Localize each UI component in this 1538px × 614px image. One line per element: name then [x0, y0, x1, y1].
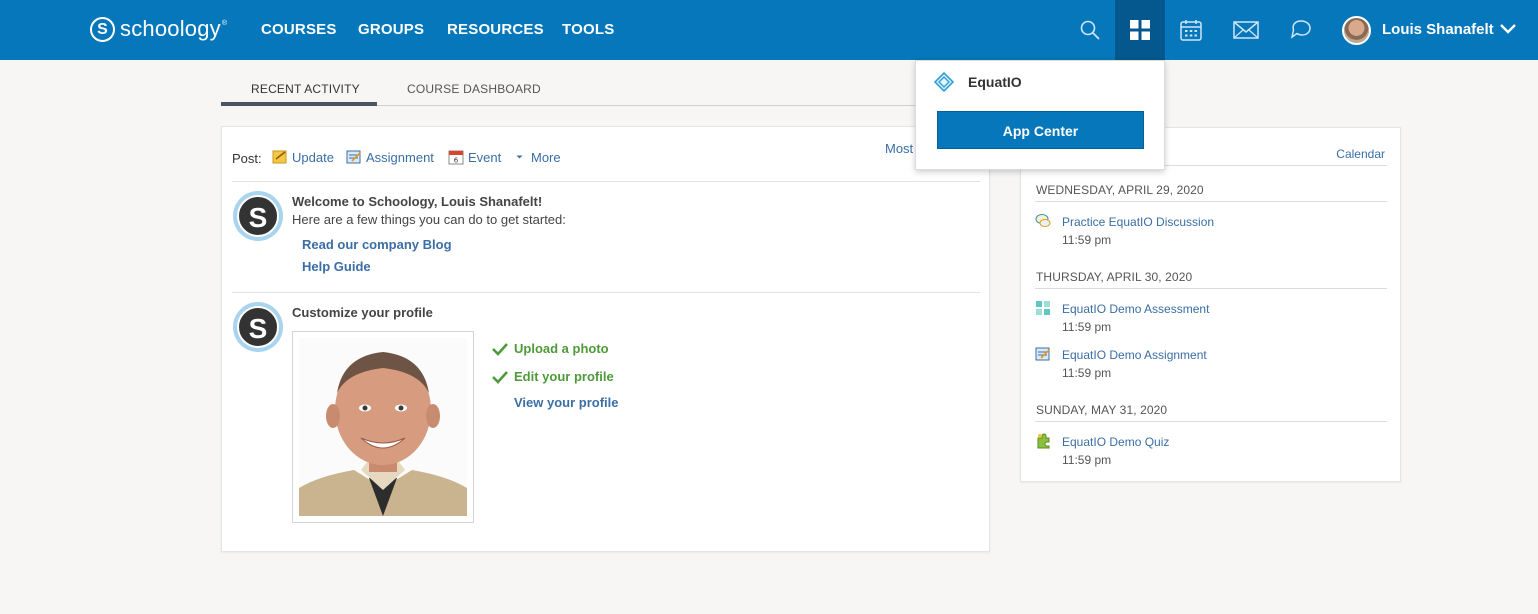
- checkmark-icon: [492, 342, 508, 356]
- apps-button[interactable]: [1115, 0, 1165, 60]
- calendar-icon: [1180, 20, 1202, 41]
- search-icon: [1080, 20, 1100, 40]
- edit-profile-label: Edit your profile: [514, 369, 614, 384]
- post-update-label: Update: [292, 149, 334, 165]
- welcome-subtitle: Here are a few things you can do to get …: [292, 212, 566, 227]
- divider: [1035, 288, 1387, 289]
- post-more-label: More: [531, 149, 561, 165]
- messages-button[interactable]: [1221, 0, 1271, 60]
- app-name: EquatIO: [968, 74, 1022, 90]
- customize-profile-title: Customize your profile: [292, 305, 433, 320]
- logo-trademark: ®: [221, 19, 228, 27]
- envelope-icon: [1233, 21, 1259, 39]
- assignment-icon: [346, 150, 361, 164]
- caret-down-icon: [516, 155, 523, 159]
- divider: [232, 292, 980, 293]
- day-header: THURSDAY, APRIL 30, 2020: [1036, 270, 1193, 284]
- day-header: WEDNESDAY, APRIL 29, 2020: [1036, 183, 1204, 197]
- assignment-icon: [1035, 347, 1050, 361]
- tab-recent-activity[interactable]: RECENT ACTIVITY: [251, 82, 360, 96]
- top-navigation-bar: S schoology ® COURSES GROUPS RESOURCES T…: [0, 0, 1538, 60]
- chevron-down-icon: [1500, 24, 1516, 34]
- welcome-title: Welcome to Schoology, Louis Shanafelt!: [292, 194, 543, 209]
- schoology-avatar: S: [233, 191, 283, 241]
- checkmark-icon: [492, 370, 508, 384]
- event-time: 11:59 pm: [1062, 366, 1112, 380]
- schoology-avatar-mark: S: [237, 306, 279, 348]
- event-name[interactable]: EquatIO Demo Quiz: [1062, 435, 1169, 449]
- notifications-button[interactable]: [1276, 0, 1326, 60]
- view-profile-label: View your profile: [514, 395, 619, 410]
- divider: [232, 181, 980, 182]
- recent-activity-feed: Post: Update Assignment 6 Event More Mos…: [221, 126, 990, 552]
- post-label: Post:: [232, 151, 262, 166]
- logo-mark: S: [90, 16, 115, 42]
- nav-tools[interactable]: TOOLS: [562, 21, 614, 38]
- update-icon: [272, 150, 287, 164]
- post-update-button[interactable]: Update: [272, 149, 334, 165]
- profile-photo-image: [299, 338, 467, 516]
- post-event-button[interactable]: 6 Event: [448, 149, 501, 165]
- post-event-label: Event: [468, 149, 502, 165]
- view-profile-link[interactable]: View your profile: [514, 395, 619, 410]
- event-name[interactable]: EquatIO Demo Assessment: [1062, 302, 1209, 316]
- company-blog-link[interactable]: Read our company Blog: [302, 237, 452, 252]
- apps-grid-icon: [1130, 20, 1150, 40]
- post-assignment-label: Assignment: [366, 149, 434, 165]
- edit-profile-task[interactable]: Edit your profile: [492, 369, 614, 384]
- post-assignment-button[interactable]: Assignment: [346, 149, 434, 165]
- calendar-link[interactable]: Calendar: [1336, 147, 1385, 161]
- divider: [1035, 201, 1387, 202]
- upload-photo-task[interactable]: Upload a photo: [492, 341, 609, 356]
- logo-text: schoology: [120, 16, 221, 41]
- help-guide-link[interactable]: Help Guide: [302, 259, 371, 274]
- schoology-avatar: S: [233, 302, 283, 352]
- upload-photo-label: Upload a photo: [514, 341, 609, 356]
- tab-course-dashboard[interactable]: COURSE DASHBOARD: [407, 82, 541, 96]
- quiz-icon: [1037, 433, 1050, 449]
- event-name[interactable]: Practice EquatIO Discussion: [1062, 215, 1214, 229]
- schoology-avatar-mark: S: [237, 195, 279, 237]
- nav-resources[interactable]: RESOURCES: [447, 21, 544, 38]
- person-portrait-illustration: [299, 352, 467, 516]
- assessment-icon: [1036, 301, 1050, 315]
- search-button[interactable]: [1065, 0, 1115, 60]
- calendar-button[interactable]: [1166, 0, 1216, 60]
- schoology-logo[interactable]: S schoology ®: [90, 16, 227, 42]
- user-menu-caret[interactable]: [1499, 22, 1517, 41]
- apps-dropdown-menu: EquatIO App Center: [915, 60, 1165, 170]
- post-more-button[interactable]: More: [515, 149, 561, 165]
- active-tab-indicator: [221, 102, 377, 106]
- nav-courses[interactable]: COURSES: [261, 21, 337, 38]
- notification-bubble-icon: [1290, 20, 1311, 39]
- app-item-equatio[interactable]: EquatIO: [934, 72, 1022, 92]
- user-name[interactable]: Louis Shanafelt: [1382, 21, 1494, 38]
- day-header: SUNDAY, MAY 31, 2020: [1036, 403, 1168, 417]
- divider: [1035, 421, 1387, 422]
- event-time: 11:59 pm: [1062, 320, 1112, 334]
- nav-groups[interactable]: GROUPS: [358, 21, 424, 38]
- upcoming-events-panel: Calendar WEDNESDAY, APRIL 29, 2020 Pract…: [1020, 127, 1401, 482]
- app-center-button[interactable]: App Center: [937, 111, 1144, 149]
- discussion-icon: [1035, 214, 1051, 227]
- event-time: 11:59 pm: [1062, 453, 1112, 467]
- home-tabs: RECENT ACTIVITY COURSE DASHBOARD: [221, 76, 921, 106]
- event-time: 11:59 pm: [1062, 233, 1112, 247]
- profile-photo: [292, 331, 474, 523]
- event-icon-day: 6: [454, 157, 459, 165]
- event-calendar-icon: 6: [448, 150, 464, 165]
- user-avatar[interactable]: [1342, 16, 1371, 45]
- event-name[interactable]: EquatIO Demo Assignment: [1062, 348, 1207, 362]
- equatio-app-icon: [934, 72, 954, 92]
- sort-most-recent-link[interactable]: Most: [885, 141, 913, 156]
